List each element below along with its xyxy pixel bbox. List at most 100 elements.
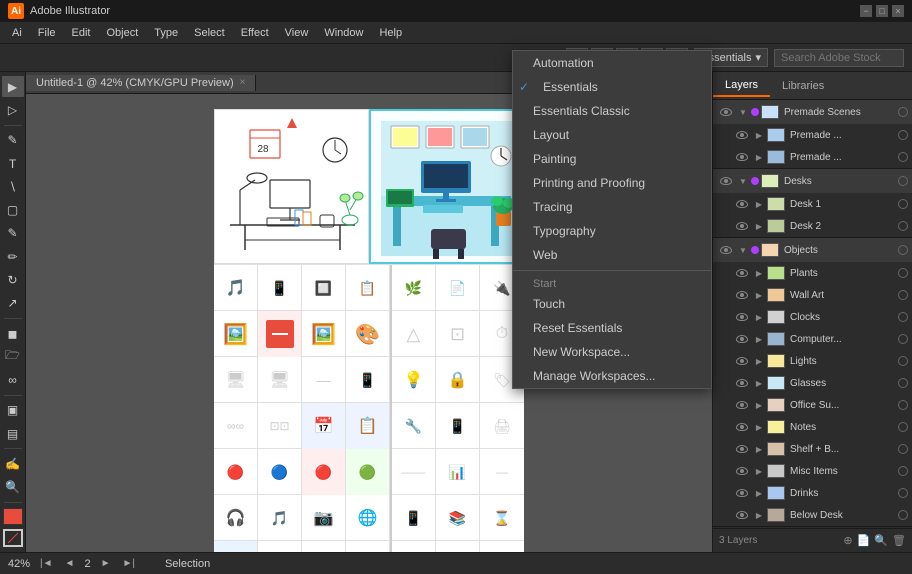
sub-layer-clocks[interactable]: ▶ Clocks: [713, 306, 912, 328]
sub-layer-desk-1[interactable]: ▶ Desk 1: [713, 193, 912, 215]
dropdown-item-touch[interactable]: Touch: [513, 292, 711, 316]
paintbrush-tool[interactable]: ✎: [2, 223, 24, 244]
menu-ai[interactable]: Ai: [4, 25, 30, 41]
dropdown-item-web[interactable]: Web: [513, 243, 711, 267]
sub-layer-notes[interactable]: ▶ Notes: [713, 416, 912, 438]
stroke-color[interactable]: [3, 529, 23, 547]
vis-office[interactable]: [733, 394, 751, 416]
delete-layer-btn[interactable]: 🗑: [892, 534, 906, 547]
layer-header-desks[interactable]: ▼ Desks: [713, 169, 912, 193]
dropdown-item-typography[interactable]: Typography: [513, 219, 711, 243]
close-button[interactable]: ×: [892, 5, 904, 17]
target-premade-sub-2[interactable]: [898, 152, 908, 162]
first-page-btn[interactable]: |◄: [38, 558, 55, 569]
vis-notes[interactable]: [733, 416, 751, 438]
tab-libraries[interactable]: Libraries: [770, 76, 836, 96]
target-notes[interactable]: [898, 422, 908, 432]
vis-computer[interactable]: [733, 328, 751, 350]
sub-layer-office[interactable]: ▶ Office Su...: [713, 394, 912, 416]
target-drinks[interactable]: [898, 488, 908, 498]
sub-layer-plants[interactable]: ▶ Plants: [713, 262, 912, 284]
next-page-btn[interactable]: ►: [99, 558, 113, 569]
tab-layers[interactable]: Layers: [713, 75, 770, 97]
sub-layer-computer[interactable]: ▶ Computer...: [713, 328, 912, 350]
make-mask-btn[interactable]: ⊕: [843, 534, 852, 547]
vis-wall-art[interactable]: [733, 284, 751, 306]
dropdown-item-layout[interactable]: Layout: [513, 123, 711, 147]
maximize-button[interactable]: □: [876, 5, 888, 17]
selection-tool[interactable]: ▶: [2, 76, 24, 97]
slice-tool[interactable]: ▤: [2, 423, 24, 444]
dropdown-item-manage-workspaces[interactable]: Manage Workspaces...: [513, 364, 711, 388]
target-glasses[interactable]: [898, 378, 908, 388]
target-objects[interactable]: [898, 245, 908, 255]
target-lights[interactable]: [898, 356, 908, 366]
menu-window[interactable]: Window: [316, 25, 371, 41]
sub-layer-shelf[interactable]: ▶ Shelf + B...: [713, 438, 912, 460]
target-desks[interactable]: [898, 176, 908, 186]
vis-plants[interactable]: [733, 262, 751, 284]
sub-layer-desk-2[interactable]: ▶ Desk 2: [713, 215, 912, 237]
sub-layer-glasses[interactable]: ▶ Glasses: [713, 372, 912, 394]
menu-type[interactable]: Type: [146, 25, 186, 41]
target-premade-sub-1[interactable]: [898, 130, 908, 140]
target-below-desk[interactable]: [898, 510, 908, 520]
artboard-tool[interactable]: ▣: [2, 400, 24, 421]
visibility-objects[interactable]: [717, 238, 735, 262]
type-tool[interactable]: T: [2, 153, 24, 174]
sub-layer-below-desk[interactable]: ▶ Below Desk: [713, 504, 912, 526]
sub-layer-drinks[interactable]: ▶ Drinks: [713, 482, 912, 504]
vis-clocks[interactable]: [733, 306, 751, 328]
sub-layer-misc[interactable]: ▶ Misc Items: [713, 460, 912, 482]
dropdown-item-painting[interactable]: Painting: [513, 147, 711, 171]
dropdown-item-printing[interactable]: Printing and Proofing: [513, 171, 711, 195]
dropdown-item-essentials-classic[interactable]: Essentials Classic: [513, 99, 711, 123]
vis-premade-sub-1[interactable]: [733, 124, 751, 146]
dropdown-item-reset[interactable]: Reset Essentials: [513, 316, 711, 340]
canvas-tab-active[interactable]: Untitled-1 @ 42% (CMYK/GPU Preview) ×: [26, 75, 256, 91]
dropdown-item-tracing[interactable]: Tracing: [513, 195, 711, 219]
menu-edit[interactable]: Edit: [64, 25, 99, 41]
target-computer[interactable]: [898, 334, 908, 344]
menu-object[interactable]: Object: [98, 25, 146, 41]
direct-selection-tool[interactable]: ▷: [2, 99, 24, 120]
target-plants[interactable]: [898, 268, 908, 278]
adobe-stock-search[interactable]: [774, 49, 904, 67]
expand-premade-scenes[interactable]: ▼: [737, 106, 749, 118]
target-desk-2[interactable]: [898, 221, 908, 231]
visibility-premade-scenes[interactable]: [717, 100, 735, 124]
target-misc[interactable]: [898, 466, 908, 476]
vis-desk-2[interactable]: [733, 215, 751, 237]
visibility-desks[interactable]: [717, 169, 735, 193]
gradient-tool[interactable]: ◼: [2, 323, 24, 344]
target-shelf[interactable]: [898, 444, 908, 454]
blend-tool[interactable]: ∞: [2, 370, 24, 391]
dropdown-item-new-workspace[interactable]: New Workspace...: [513, 340, 711, 364]
prev-page-btn[interactable]: ◄: [63, 558, 77, 569]
fill-color[interactable]: [3, 508, 23, 525]
sub-layer-premade-2[interactable]: ▶ Premade ...: [713, 146, 912, 168]
scale-tool[interactable]: ↗: [2, 293, 24, 314]
sub-layer-wall-art[interactable]: ▶ Wall Art: [713, 284, 912, 306]
vis-shelf[interactable]: [733, 438, 751, 460]
target-clocks[interactable]: [898, 312, 908, 322]
pencil-tool[interactable]: ✏: [2, 246, 24, 267]
dropdown-item-automation[interactable]: Automation: [513, 51, 711, 75]
layer-header-objects[interactable]: ▼ Objects: [713, 238, 912, 262]
menu-file[interactable]: File: [30, 25, 64, 41]
zoom-tool[interactable]: 🔍: [2, 477, 24, 498]
vis-misc[interactable]: [733, 460, 751, 482]
layer-header-premade-scenes[interactable]: ▼ Premade Scenes: [713, 100, 912, 124]
vis-below-desk[interactable]: [733, 504, 751, 526]
sub-layer-lights[interactable]: ▶ Lights: [713, 350, 912, 372]
target-premade-scenes[interactable]: [898, 107, 908, 117]
vis-glasses[interactable]: [733, 372, 751, 394]
menu-effect[interactable]: Effect: [233, 25, 277, 41]
menu-help[interactable]: Help: [371, 25, 410, 41]
vis-drinks[interactable]: [733, 482, 751, 504]
target-office[interactable]: [898, 400, 908, 410]
vis-premade-sub-2[interactable]: [733, 146, 751, 168]
menu-view[interactable]: View: [277, 25, 317, 41]
tab-close-btn[interactable]: ×: [240, 77, 246, 88]
vis-desk-1[interactable]: [733, 193, 751, 215]
